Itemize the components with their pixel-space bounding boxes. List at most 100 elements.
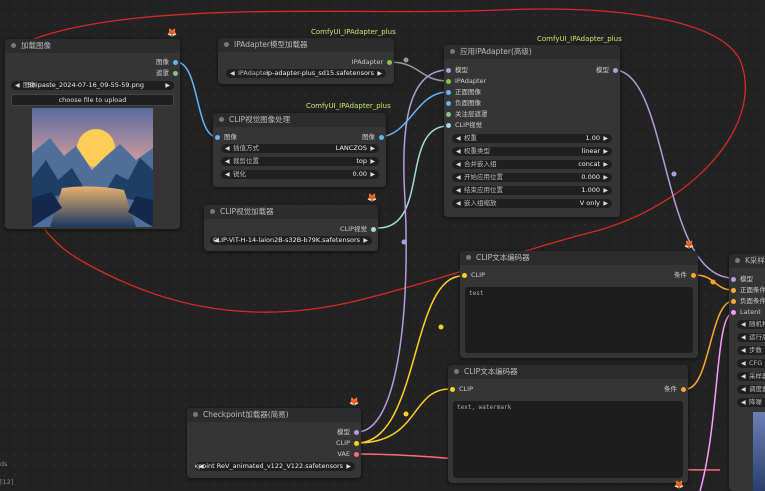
pin-icon[interactable] [173,70,178,76]
sharpen-number[interactable]: ◀ 锐化 0.00 ▶ [221,170,379,179]
load-image-node[interactable]: 加载图像 图像 遮罩 ◀ 图像 Snipaste_2024-07-16_09-5… [5,39,180,229]
input-image-slot[interactable]: 图像 [215,132,237,142]
arrow-right-icon[interactable]: ▶ [363,236,368,245]
arrow-left-icon[interactable]: ◀ [456,186,461,195]
input-model-slot[interactable]: 模型 [446,65,468,75]
pin-icon[interactable] [446,78,451,84]
output-model-slot[interactable]: 模型 [337,427,359,437]
arrow-left-icon[interactable]: ◀ [456,173,461,182]
arrow-left-icon[interactable]: ◀ [456,147,461,156]
pin-icon[interactable] [446,67,451,73]
pin-icon[interactable] [731,276,736,282]
start-at-number[interactable]: ◀ 开始应用位置 0.000 ▶ [452,173,612,182]
input-negative-slot[interactable]: 负面条件 [731,296,765,306]
apply-ipadapter-node[interactable]: 应用IPAdapter(高级) 模型 IPAdapter 正面图像 负面图像 关… [444,45,620,217]
output-model-slot[interactable]: 模型 [596,65,618,75]
arrow-left-icon[interactable]: ◀ [225,157,230,166]
steps-widget[interactable]: ◀ 步数 [737,346,765,355]
node-title-bar[interactable]: CLIP文本编码器 [460,251,698,265]
checkpoint-loader-node[interactable]: Checkpoint加载器(简易) 模型 CLIP VAE ◀ Checkpoi… [187,408,361,478]
arrow-right-icon[interactable]: ▶ [603,186,608,195]
output-mask-slot[interactable]: 遮罩 [156,68,178,78]
end-at-number[interactable]: ◀ 结束应用位置 1.000 ▶ [452,186,612,195]
input-clip-vision-slot[interactable]: CLIP视觉 [446,120,482,130]
scheduler-widget[interactable]: ◀调度器 [737,385,765,394]
clip-vision-loader-node[interactable]: CLIP视觉加载器 CLIP视觉 ◀ CLIP-ViT-H-14-laion2B… [204,205,378,251]
pin-icon[interactable] [462,272,467,278]
node-title-bar[interactable]: 应用IPAdapter(高级) [444,45,620,59]
upload-button[interactable]: choose file to upload [11,94,174,106]
input-ipadapter-slot[interactable]: IPAdapter [446,76,486,86]
pin-icon[interactable] [354,429,359,435]
input-clip-slot[interactable]: CLIP [462,270,485,280]
pin-icon[interactable] [371,226,376,232]
collapse-dot-icon[interactable] [224,42,229,47]
arrow-left-icon[interactable]: ◀ [456,160,461,169]
clip-vision-file-combo[interactable]: ◀ CLIP-ViT-H-14-laion2B-s32B-b79K.safete… [210,236,372,245]
checkpoint-file-combo[interactable]: ◀ Checkpoint ReV_animated_v122_V122.safe… [195,462,355,471]
arrow-right-icon[interactable]: ▶ [370,170,375,179]
collapse-dot-icon[interactable] [735,258,740,263]
pin-icon[interactable] [446,111,451,117]
embeds-scaling-combo[interactable]: ◀ 嵌入组缩放 V only ▶ [452,199,612,208]
output-clip-slot[interactable]: CLIP [336,438,359,448]
arrow-left-icon[interactable]: ◀ [15,81,20,90]
pin-icon[interactable] [173,59,178,65]
node-title-bar[interactable]: CLIP视觉图像处理 [213,113,386,127]
collapse-dot-icon[interactable] [11,43,16,48]
pin-icon[interactable] [446,89,451,95]
arrow-right-icon[interactable]: ▶ [346,462,351,471]
collapse-dot-icon[interactable] [210,209,215,214]
collapse-dot-icon[interactable] [193,412,198,417]
ipadapter-file-combo[interactable]: ◀ IPAdapter ip-adapter-plus_sd15.safeten… [226,69,386,78]
clip-vision-prep-node[interactable]: CLIP视觉图像处理 图像 图像 ◀ 插值方式 LANCZOS ▶ ◀ 裁剪位置… [213,113,386,187]
arrow-left-icon[interactable]: ◀ [225,144,230,153]
arrow-left-icon[interactable]: ◀ [741,320,746,329]
ipadapter-loader-node[interactable]: IPAdapter模型加载器 IPAdapter ◀ IPAdapter ip-… [218,38,394,84]
output-image-slot[interactable]: 图像 [362,132,384,142]
node-title-bar[interactable]: K采样器 [729,254,765,268]
arrow-right-icon[interactable]: ▶ [377,69,382,78]
ksampler-node[interactable]: K采样器 模型 正面条件 负面条件 Latent ◀随机种子 ◀运行后操作 ◀步… [729,254,765,491]
collapse-dot-icon[interactable] [450,49,455,54]
clip-text-encode-negative-node[interactable]: CLIP文本编码器 CLIP 条件 text, watermark [448,365,688,483]
weight-type-combo[interactable]: ◀ 权重类型 linear ▶ [452,147,612,156]
pin-icon[interactable] [215,134,220,140]
arrow-left-icon[interactable]: ◀ [230,69,235,78]
input-positive-slot[interactable]: 正面条件 [731,285,765,295]
arrow-right-icon[interactable]: ▶ [370,157,375,166]
arrow-left-icon[interactable]: ◀ [741,346,746,355]
arrow-right-icon[interactable]: ▶ [603,199,608,208]
sampler-widget[interactable]: ◀采样器 [737,372,765,381]
pin-icon[interactable] [731,298,736,304]
input-latent-slot[interactable]: Latent [731,307,761,317]
node-title-bar[interactable]: Checkpoint加载器(简易) [187,408,361,422]
weight-number[interactable]: ◀ 权重 1.00 ▶ [452,134,612,143]
cfg-widget[interactable]: ◀ CFG [737,359,765,368]
denoise-widget[interactable]: ◀ 降噪 [737,398,765,407]
output-conditioning-slot[interactable]: 条件 [674,270,696,280]
input-neg-image-slot[interactable]: 负面图像 [446,98,481,108]
collapse-dot-icon[interactable] [466,255,471,260]
pin-icon[interactable] [379,134,384,140]
arrow-left-icon[interactable]: ◀ [741,372,746,381]
output-clip-vision-slot[interactable]: CLIP视觉 [340,224,376,234]
collapse-dot-icon[interactable] [219,117,224,122]
input-attn-mask-slot[interactable]: 关注层遮罩 [446,109,488,119]
arrow-left-icon[interactable]: ◀ [456,134,461,143]
arrow-right-icon[interactable]: ▶ [603,173,608,182]
input-model-slot[interactable]: 模型 [731,274,753,284]
prompt-textarea[interactable]: text, watermark [453,401,683,478]
pin-icon[interactable] [681,386,686,392]
clip-text-encode-positive-node[interactable]: CLIP文本编码器 CLIP 条件 test [460,251,698,358]
combine-embeds-combo[interactable]: ◀ 合并嵌入组 concat ▶ [452,160,612,169]
crop-position-combo[interactable]: ◀ 裁剪位置 top ▶ [221,157,379,166]
pin-icon[interactable] [731,309,736,315]
control-after-widget[interactable]: ◀运行后操作 [737,333,765,342]
arrow-left-icon[interactable]: ◀ [225,170,230,179]
output-conditioning-slot[interactable]: 条件 [664,384,686,394]
output-vae-slot[interactable]: VAE [337,449,359,459]
arrow-left-icon[interactable]: ◀ [741,359,746,368]
arrow-left-icon[interactable]: ◀ [741,398,746,407]
pin-icon[interactable] [354,440,359,446]
